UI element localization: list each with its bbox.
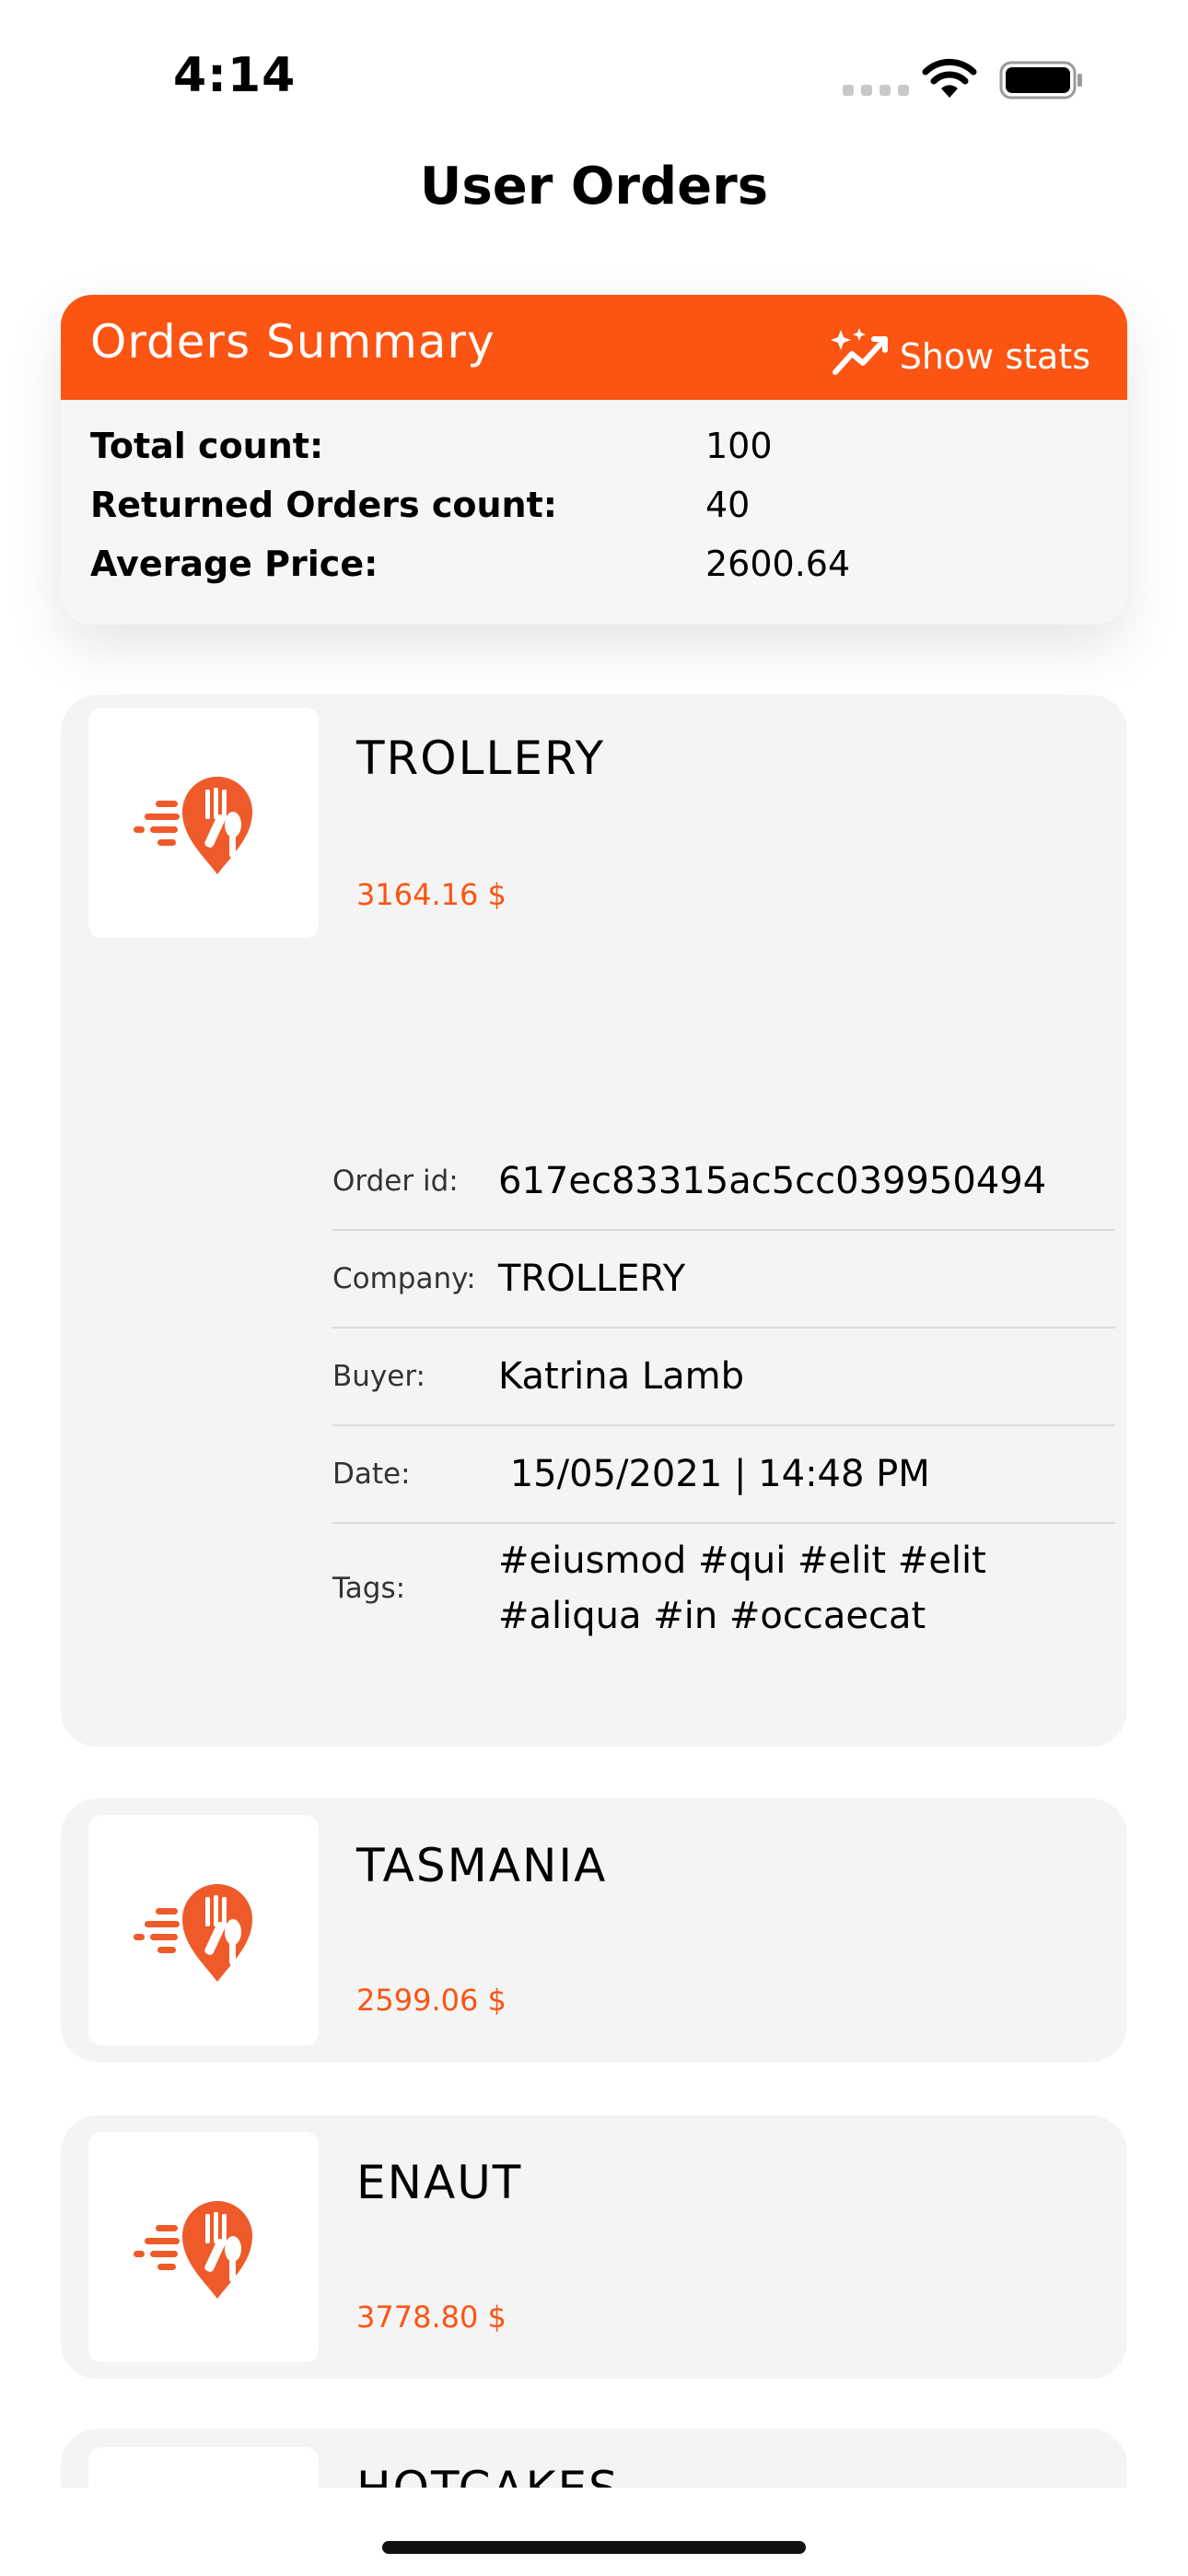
- summary-label: Average Price:: [90, 544, 379, 584]
- order-card[interactable]: HOTCAKES: [61, 2429, 1127, 2488]
- order-company-name: HOTCAKES: [356, 2462, 620, 2488]
- summary-value: 40: [705, 485, 751, 525]
- food-delivery-logo-icon: [130, 2181, 277, 2313]
- order-price: 2599.06 $: [356, 1983, 507, 2018]
- orders-summary-card: Orders Summary Show stats Total count: 1…: [61, 295, 1127, 625]
- detail-row-tags: Tags: #eiusmod #qui #elit #elit #aliqua …: [332, 1524, 1115, 1653]
- detail-row-order-id: Order id: 617ec83315ac5cc039950494: [332, 1133, 1115, 1231]
- detail-label: Date:: [332, 1458, 411, 1491]
- orders-summary-title: Orders Summary: [90, 315, 495, 369]
- show-stats-button[interactable]: Show stats: [828, 326, 1090, 386]
- summary-value: 2600.64: [705, 544, 851, 584]
- order-price: 3164.16 $: [356, 877, 507, 912]
- summary-label: Total count:: [90, 426, 324, 466]
- order-company-name: ENAUT: [356, 2156, 523, 2209]
- detail-label: Company:: [332, 1262, 476, 1295]
- orders-summary-header: Orders Summary Show stats: [61, 295, 1127, 400]
- summary-label: Returned Orders count:: [90, 485, 557, 525]
- order-card[interactable]: TROLLERY 3164.16 $ Order id: 617ec83315a…: [61, 695, 1127, 1747]
- summary-value: 100: [705, 426, 773, 466]
- battery-icon: [999, 61, 1084, 103]
- detail-value: 617ec83315ac5cc039950494: [498, 1160, 1047, 1202]
- wifi-icon: [921, 57, 978, 103]
- summary-row-average: Average Price: 2600.64: [61, 544, 1127, 603]
- page-title: User Orders: [419, 157, 769, 217]
- food-delivery-logo-icon: [130, 1864, 277, 1996]
- order-company-name: TROLLERY: [356, 732, 606, 785]
- list-clip: HOTCAKES: [0, 2429, 1188, 2488]
- summary-row-returned: Returned Orders count: 40: [61, 485, 1127, 544]
- order-card[interactable]: TASMANIA 2599.06 $: [61, 1798, 1127, 2062]
- order-thumbnail: [88, 2447, 319, 2488]
- detail-row-buyer: Buyer: Katrina Lamb: [332, 1329, 1115, 1426]
- show-stats-label: Show stats: [899, 335, 1090, 377]
- detail-label: Order id:: [332, 1165, 459, 1198]
- status-time: 4:14: [173, 48, 297, 103]
- home-indicator: [382, 2541, 806, 2554]
- cellular-signal-icon: [843, 85, 909, 96]
- detail-row-company: Company: TROLLERY: [332, 1231, 1115, 1329]
- sparkle-chart-icon: [828, 326, 892, 386]
- detail-value: #eiusmod #qui #elit #elit #aliqua #in #o…: [498, 1540, 986, 1637]
- detail-value: TROLLERY: [498, 1258, 686, 1300]
- detail-label: Tags:: [332, 1572, 406, 1605]
- order-price: 3778.80 $: [356, 2300, 507, 2335]
- order-company-name: TASMANIA: [356, 1839, 608, 1892]
- order-thumbnail: [88, 1815, 319, 2045]
- detail-value: 15/05/2021 | 14:48 PM: [498, 1453, 930, 1495]
- detail-value: Katrina Lamb: [498, 1355, 745, 1398]
- order-card[interactable]: ENAUT 3778.80 $: [61, 2115, 1127, 2379]
- detail-row-date: Date: 15/05/2021 | 14:48 PM: [332, 1426, 1115, 1524]
- food-delivery-logo-icon: [130, 756, 277, 889]
- order-details: Order id: 617ec83315ac5cc039950494 Compa…: [332, 1133, 1115, 1653]
- detail-label: Buyer:: [332, 1360, 425, 1393]
- order-thumbnail: [88, 2132, 319, 2362]
- status-bar: 4:14: [0, 0, 1188, 157]
- summary-row-total: Total count: 100: [61, 426, 1127, 485]
- order-thumbnail: [88, 708, 319, 938]
